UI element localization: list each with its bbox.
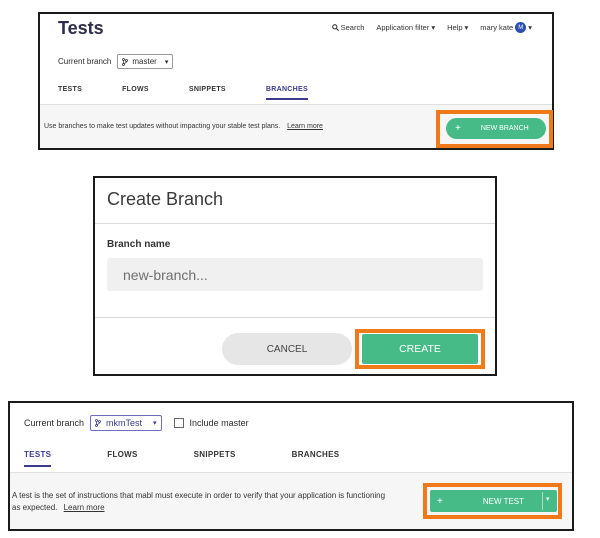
tab-flows[interactable]: FLOWS	[107, 450, 137, 467]
caret-down-icon: ▾	[528, 23, 532, 32]
current-branch-row: Current branch master ▾	[58, 54, 174, 69]
caret-down-icon: ▾	[164, 58, 169, 66]
tab-tests[interactable]: TESTS	[24, 450, 52, 467]
help-menu[interactable]: Help ▾	[447, 23, 468, 32]
search-link[interactable]: Search	[331, 23, 365, 32]
new-branch-label: NEW BRANCH	[480, 125, 529, 132]
learn-more-link[interactable]: Learn more	[287, 123, 323, 130]
help-label: Help	[447, 23, 463, 32]
tab-tests[interactable]: TESTS	[58, 86, 82, 100]
learn-more-link[interactable]: Learn more	[64, 503, 105, 512]
new-test-label: NEW TEST	[482, 496, 525, 506]
current-branch-label: Current branch	[24, 418, 85, 428]
tab-snippets[interactable]: SNIPPETS	[194, 450, 236, 467]
info-line-1: A test is the set of instructions that m…	[12, 491, 386, 500]
tab-bar: TESTS FLOWS SNIPPETS BRANCHES	[24, 450, 395, 467]
tests-branches-panel: Tests Search Application filter ▾ Help ▾…	[38, 12, 554, 150]
caret-down-icon: ▾	[431, 23, 436, 32]
info-text: Use branches to make test updates withou…	[44, 123, 323, 130]
info-line-2: as expected. Learn more	[12, 502, 422, 514]
user-menu[interactable]: mary kate M ▾	[480, 22, 532, 33]
include-master-label: Include master	[189, 418, 249, 428]
button-separator	[542, 492, 543, 510]
info-text: A test is the set of instructions that m…	[12, 490, 422, 514]
tab-branches[interactable]: BRANCHES	[265, 86, 308, 100]
branch-icon	[122, 57, 129, 66]
application-filter-menu[interactable]: Application filter ▾	[376, 23, 435, 32]
dialog-title: Create Branch	[107, 189, 224, 209]
tab-bar: TESTS FLOWS SNIPPETS BRANCHES	[58, 86, 348, 100]
tab-flows[interactable]: FLOWS	[122, 86, 149, 100]
plus-icon: +	[437, 495, 443, 507]
new-branch-button[interactable]: + NEW BRANCH	[446, 118, 546, 139]
divider	[95, 317, 495, 318]
application-filter-label: Application filter	[376, 23, 430, 32]
caret-down-icon[interactable]: ▾	[546, 495, 550, 503]
info-description: Use branches to make test updates withou…	[44, 123, 281, 130]
top-nav: Search Application filter ▾ Help ▾ mary …	[331, 22, 532, 33]
branch-select-value: mkmTest	[106, 418, 143, 428]
page-title: Tests	[58, 18, 104, 38]
caret-down-icon: ▾	[464, 23, 469, 32]
divider	[95, 223, 495, 224]
tab-branches[interactable]: BRANCHES	[292, 450, 340, 467]
search-icon	[331, 24, 339, 31]
include-master-checkbox[interactable]	[173, 418, 184, 428]
branch-name-input[interactable]: new-branch...	[107, 258, 483, 291]
current-branch-row: Current branch mkmTest ▾ Include master	[24, 415, 249, 431]
branch-name-label: Branch name	[107, 239, 171, 250]
search-label: Search	[340, 23, 365, 32]
tab-snippets[interactable]: SNIPPETS	[189, 86, 226, 100]
caret-down-icon: ▾	[153, 420, 157, 427]
cancel-button[interactable]: CANCEL	[222, 333, 352, 365]
branch-select-value: master	[132, 57, 157, 66]
info-line-2-text: as expected.	[12, 503, 58, 512]
user-name: mary kate	[480, 23, 514, 32]
new-test-button[interactable]: + NEW TEST ▾	[430, 490, 557, 512]
branch-select[interactable]: master ▾	[117, 54, 174, 69]
branch-icon	[95, 419, 101, 427]
create-button[interactable]: CREATE	[362, 334, 478, 364]
create-branch-dialog: Create Branch Branch name new-branch... …	[93, 176, 497, 376]
tests-panel: Current branch mkmTest ▾ Include master …	[8, 401, 574, 531]
current-branch-label: Current branch	[58, 57, 112, 66]
avatar: M	[515, 22, 527, 33]
plus-icon: +	[455, 123, 461, 134]
branch-select[interactable]: mkmTest ▾	[90, 415, 162, 431]
